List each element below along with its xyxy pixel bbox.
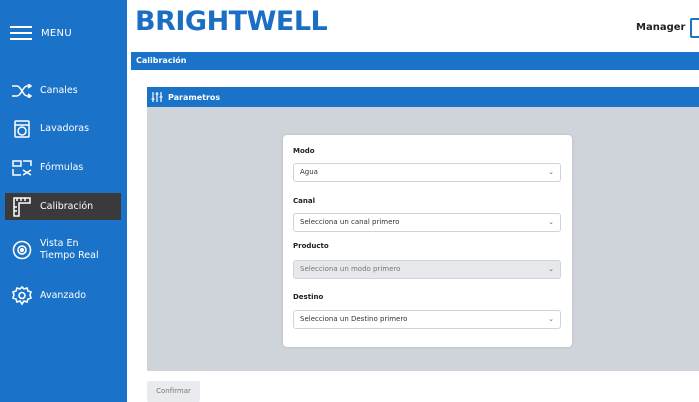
sidebar-item-label: Calibración (40, 200, 94, 212)
app-root: MENU Canales Lavadoras Fórmulas Calibrac… (0, 0, 699, 402)
brand-logo: BRIGHTWELL (135, 6, 328, 37)
washing-machine-icon (10, 118, 34, 140)
producto-select[interactable]: Selecciona un modo primero ⌄ (293, 260, 561, 279)
sidebar-item-formulas[interactable]: Fórmulas (0, 157, 127, 179)
sidebar-item-vista-en-tiempo-real[interactable]: Vista En Tiempo Real (0, 237, 127, 263)
menu-label: MENU (41, 27, 72, 39)
hamburger-icon (10, 26, 32, 40)
sidebar-item-label: Lavadoras (40, 123, 90, 134)
shuffle-icon (10, 80, 34, 102)
destino-label: Destino (293, 293, 324, 301)
sidebar-item-calibracion[interactable]: Calibración (5, 193, 121, 220)
sidebar-item-label: Canales (40, 85, 78, 96)
chevron-down-icon: ⌄ (548, 218, 554, 226)
canal-label: Canal (293, 197, 315, 205)
sidebar-item-canales[interactable]: Canales (0, 80, 127, 102)
panel-header: Parametros (147, 87, 699, 107)
sliders-icon (151, 91, 163, 103)
panel-title: Parametros (168, 92, 221, 102)
sidebar-item-label: Avanzado (40, 290, 87, 301)
confirm-button[interactable]: Confirmar (147, 381, 200, 402)
calibration-form: Modo Agua ⌄ Canal Selecciona un canal pr… (283, 135, 572, 347)
destino-select[interactable]: Selecciona un Destino primero ⌄ (293, 310, 561, 329)
chevron-down-icon: ⌄ (548, 265, 554, 273)
formula-icon (10, 157, 34, 179)
destino-value: Selecciona un Destino primero (300, 315, 408, 323)
canal-value: Selecciona un canal primero (300, 218, 400, 226)
modo-label: Modo (293, 147, 315, 155)
chevron-down-icon: ⌄ (548, 315, 554, 323)
eye-icon (10, 239, 34, 261)
canal-select[interactable]: Selecciona un canal primero ⌄ (293, 213, 561, 232)
sidebar-item-label: Fórmulas (40, 162, 84, 173)
gear-icon (10, 285, 34, 307)
modo-value: Agua (300, 168, 318, 176)
menu-toggle[interactable]: MENU (10, 22, 72, 44)
sidebar-item-lavadoras[interactable]: Lavadoras (0, 118, 127, 140)
sidebar-item-label: Vista En Tiempo Real (40, 238, 99, 261)
sidebar: MENU Canales Lavadoras Fórmulas Calibrac… (0, 0, 127, 402)
chevron-down-icon: ⌄ (548, 168, 554, 176)
modo-select[interactable]: Agua ⌄ (293, 163, 561, 182)
producto-label: Producto (293, 242, 329, 250)
sidebar-item-avanzado[interactable]: Avanzado (0, 285, 127, 307)
producto-value: Selecciona un modo primero (300, 265, 401, 273)
logout-icon[interactable] (690, 18, 699, 38)
ruler-icon (10, 196, 34, 218)
page-title: Calibración (131, 52, 699, 70)
user-name[interactable]: Manager (636, 22, 685, 33)
